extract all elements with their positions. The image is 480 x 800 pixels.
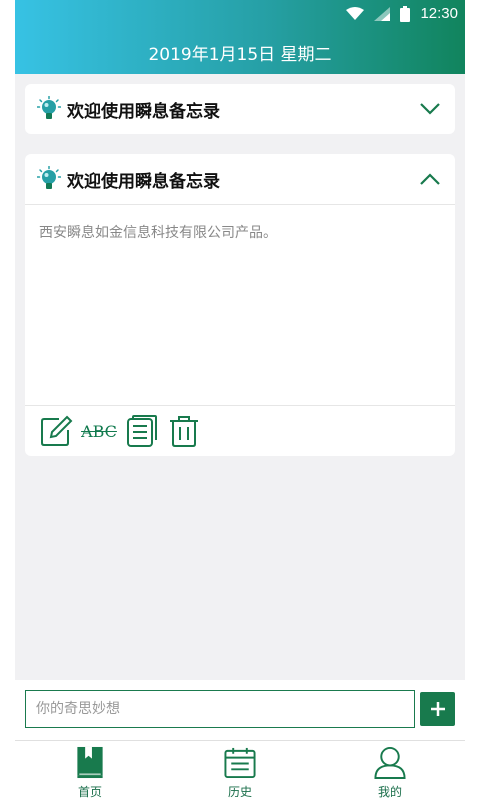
nav-label-profile: 我的 <box>377 785 402 799</box>
memo-content: 西安瞬息如金信息科技有限公司产品。 <box>39 225 277 241</box>
memo-toolbar: ABC <box>39 414 201 448</box>
nav-item-profile[interactable]: 我的 <box>315 741 465 800</box>
bottom-nav: 首页 历史 我的 <box>15 740 465 800</box>
edit-icon[interactable] <box>39 414 73 448</box>
memo-title: 欢迎使用瞬息备忘录 <box>67 171 220 192</box>
status-time: 12:30 <box>420 5 458 22</box>
calendar-icon <box>224 747 256 779</box>
chevron-down-icon[interactable] <box>419 99 441 119</box>
add-button[interactable] <box>420 692 455 726</box>
chevron-up-icon[interactable] <box>419 169 441 189</box>
memo-header[interactable]: 欢迎使用瞬息备忘录 <box>25 154 455 204</box>
nav-item-home[interactable]: 首页 <box>15 741 165 800</box>
memo-card-expanded: 欢迎使用瞬息备忘录 西安瞬息如金信息科技有限公司产品。 ABC <box>25 154 455 456</box>
strikethrough-label: ABC <box>81 421 117 441</box>
battery-icon <box>400 5 411 22</box>
signal-icon <box>374 6 391 21</box>
bookmark-book-icon <box>77 746 103 779</box>
divider <box>25 405 455 406</box>
lightbulb-icon <box>37 166 61 189</box>
divider <box>25 204 455 205</box>
user-icon <box>374 746 406 779</box>
input-bar <box>15 680 465 740</box>
wifi-icon <box>346 6 365 20</box>
trash-icon[interactable] <box>167 414 201 448</box>
date-title: 2019年1月15日 星期二 <box>148 45 332 65</box>
memo-header[interactable]: 欢迎使用瞬息备忘录 <box>25 84 455 134</box>
nav-label-home: 首页 <box>77 785 102 799</box>
lightbulb-icon <box>37 96 61 119</box>
memo-card-collapsed[interactable]: 欢迎使用瞬息备忘录 <box>25 84 455 134</box>
app-frame: 12:30 2019年1月15日 星期二 欢迎使用瞬息备忘录 欢迎使用瞬息备忘录… <box>15 0 465 800</box>
nav-label-history: 历史 <box>227 785 252 799</box>
notes-icon[interactable] <box>125 414 159 448</box>
idea-input[interactable] <box>25 690 415 728</box>
plus-icon <box>430 702 445 716</box>
memo-title: 欢迎使用瞬息备忘录 <box>67 101 220 122</box>
header: 12:30 2019年1月15日 星期二 <box>15 0 465 74</box>
status-bar: 12:30 <box>15 0 465 30</box>
nav-item-history[interactable]: 历史 <box>165 741 315 800</box>
strikethrough-icon[interactable]: ABC <box>81 414 117 448</box>
